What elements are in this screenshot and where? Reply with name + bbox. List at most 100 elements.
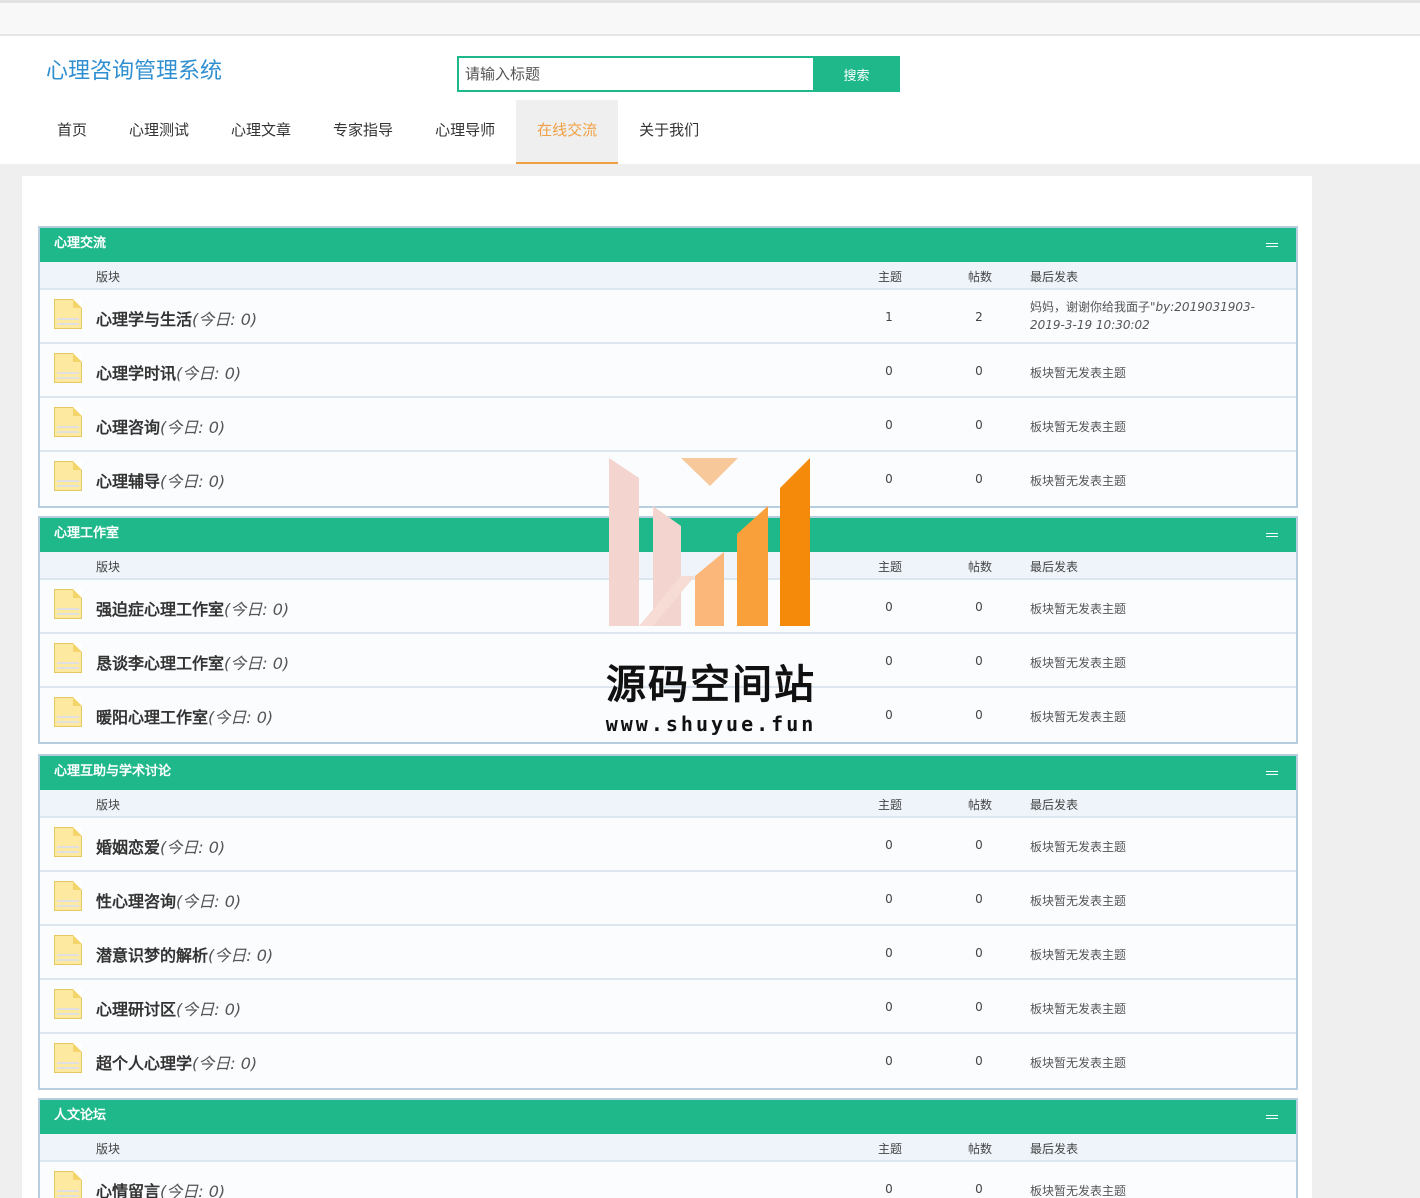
board-row: 强迫症心理工作室(今日: 0) 0 0 板块暂无发表主题 <box>40 580 1296 634</box>
nav-item[interactable]: 在线交流 <box>516 100 619 164</box>
board-name: 暖阳心理工作室 <box>96 708 209 727</box>
board-today-count: (今日: 0) <box>208 946 274 965</box>
board-last-post: 板块暂无发表主题 <box>1030 1182 1288 1198</box>
board-row: 超个人心理学(今日: 0) 0 0 板块暂无发表主题 <box>40 1034 1296 1088</box>
board-title-link[interactable]: 心理辅导(今日: 0) <box>96 468 225 492</box>
board-post-count: 0 <box>975 838 983 852</box>
board-row: 心情留言(今日: 0) 0 0 板块暂无发表主题 <box>40 1162 1296 1198</box>
board-file-icon <box>54 353 82 385</box>
board-title-link[interactable]: 心情留言(今日: 0) <box>96 1178 225 1198</box>
board-title-link[interactable]: 性心理咨询(今日: 0) <box>96 888 241 912</box>
nav-item[interactable]: 心理测试 <box>108 100 210 164</box>
board-today-count: (今日: 0) <box>176 364 242 383</box>
board-title-link[interactable]: 婚姻恋爱(今日: 0) <box>96 834 225 858</box>
forum-section-title: 心理工作室 <box>40 518 1296 552</box>
board-file-icon <box>54 1043 82 1075</box>
forum-section-title-text: 人文论坛 <box>54 1108 107 1123</box>
board-name: 心理辅导 <box>96 472 161 491</box>
board-file-icon <box>54 935 82 967</box>
board-last-post: 板块暂无发表主题 <box>1030 364 1288 382</box>
board-title-link[interactable]: 潜意识梦的解析(今日: 0) <box>96 942 273 966</box>
board-last-post-text: 板块暂无发表主题 <box>1030 840 1127 854</box>
board-today-count: (今日: 0) <box>192 310 258 329</box>
board-last-post[interactable]: 妈妈，谢谢你给我面子"by:2019031903-2019-3-19 10:30… <box>1030 298 1288 334</box>
board-name: 恳谈李心理工作室 <box>96 654 225 673</box>
board-last-post: 板块暂无发表主题 <box>1030 946 1288 964</box>
forum-section: 心理互助与学术讨论 版块 主题 帖数 最后发表 婚姻恋爱(今日: 0) 0 0 板块暂无发表主题… <box>38 754 1298 1090</box>
board-post-count: 0 <box>975 1054 983 1068</box>
board-title-link[interactable]: 心理咨询(今日: 0) <box>96 414 225 438</box>
column-header-posts: 帖数 <box>968 798 993 812</box>
board-title-link[interactable]: 强迫症心理工作室(今日: 0) <box>96 596 289 620</box>
forum-section-title-text: 心理互助与学术讨论 <box>54 764 172 779</box>
column-header-board: 版块 <box>96 560 121 574</box>
nav-item[interactable]: 首页 <box>36 100 108 164</box>
board-topic-count: 0 <box>885 946 893 960</box>
column-header-last: 最后发表 <box>1030 270 1079 284</box>
search-input[interactable] <box>457 56 813 92</box>
collapse-icon[interactable] <box>1266 533 1278 537</box>
forum-section-title: 心理互助与学术讨论 <box>40 756 1296 790</box>
forum-section-title: 心理交流 <box>40 228 1296 262</box>
board-name: 心理研讨区 <box>96 1000 177 1019</box>
board-file-icon <box>54 989 82 1021</box>
board-file-icon <box>54 827 82 859</box>
board-title-link[interactable]: 恳谈李心理工作室(今日: 0) <box>96 650 289 674</box>
board-post-count: 0 <box>975 418 983 432</box>
board-topic-count: 0 <box>885 600 893 614</box>
board-post-count: 0 <box>975 654 983 668</box>
forum-section-title-text: 心理交流 <box>54 236 107 251</box>
forum-section: 人文论坛 版块 主题 帖数 最后发表 心情留言(今日: 0) 0 0 板块暂无发表主题 <box>38 1098 1298 1198</box>
board-post-count: 0 <box>975 892 983 906</box>
board-today-count: (今日: 0) <box>160 418 226 437</box>
board-last-post-text: 板块暂无发表主题 <box>1030 474 1127 488</box>
board-topic-count: 0 <box>885 364 893 378</box>
board-title-link[interactable]: 超个人心理学(今日: 0) <box>96 1050 257 1074</box>
board-post-count: 0 <box>975 1000 983 1014</box>
board-last-post: 板块暂无发表主题 <box>1030 838 1288 856</box>
column-header: 版块 主题 帖数 最后发表 <box>40 1134 1296 1162</box>
nav-item[interactable]: 专家指导 <box>312 100 414 164</box>
board-name: 婚姻恋爱 <box>96 838 161 857</box>
board-title-link[interactable]: 心理学时讯(今日: 0) <box>96 360 241 384</box>
board-topic-count: 0 <box>885 472 893 486</box>
column-header-board: 版块 <box>96 798 121 812</box>
board-last-post-text: 板块暂无发表主题 <box>1030 420 1127 434</box>
board-title-link[interactable]: 暖阳心理工作室(今日: 0) <box>96 704 273 728</box>
nav-item[interactable]: 心理导师 <box>414 100 516 164</box>
board-row: 心理辅导(今日: 0) 0 0 板块暂无发表主题 <box>40 452 1296 506</box>
board-last-post: 板块暂无发表主题 <box>1030 418 1288 436</box>
board-name: 强迫症心理工作室 <box>96 600 225 619</box>
board-name: 潜意识梦的解析 <box>96 946 209 965</box>
nav-item[interactable]: 心理文章 <box>210 100 312 164</box>
board-today-count: (今日: 0) <box>176 892 242 911</box>
collapse-icon[interactable] <box>1266 771 1278 775</box>
collapse-icon[interactable] <box>1266 243 1278 247</box>
forum-section-title-text: 心理工作室 <box>54 526 120 541</box>
column-header-board: 版块 <box>96 1142 121 1156</box>
nav-item[interactable]: 关于我们 <box>618 100 720 164</box>
board-last-post-text: 板块暂无发表主题 <box>1030 1002 1127 1016</box>
collapse-icon[interactable] <box>1266 1115 1278 1119</box>
board-name: 心理学与生活 <box>96 310 193 329</box>
board-today-count: (今日: 0) <box>160 472 226 491</box>
board-today-count: (今日: 0) <box>224 600 290 619</box>
board-topic-count: 0 <box>885 708 893 722</box>
board-last-post-text: 妈妈，谢谢你给我面子 <box>1030 300 1151 314</box>
board-last-post-text: 板块暂无发表主题 <box>1030 656 1127 670</box>
board-topic-count: 0 <box>885 1000 893 1014</box>
board-last-post-text: 板块暂无发表主题 <box>1030 710 1127 724</box>
board-topic-count: 0 <box>885 654 893 668</box>
search-button[interactable]: 搜索 <box>813 56 900 92</box>
board-name: 心理咨询 <box>96 418 161 437</box>
board-row: 心理咨询(今日: 0) 0 0 板块暂无发表主题 <box>40 398 1296 452</box>
column-header-last: 最后发表 <box>1030 1142 1079 1156</box>
board-topic-count: 1 <box>885 310 893 324</box>
column-header-posts: 帖数 <box>968 1142 993 1156</box>
site-logo[interactable]: 心理咨询管理系统 <box>46 53 222 85</box>
board-topic-count: 0 <box>885 892 893 906</box>
forum-section-title: 人文论坛 <box>40 1100 1296 1134</box>
board-title-link[interactable]: 心理研讨区(今日: 0) <box>96 996 241 1020</box>
board-title-link[interactable]: 心理学与生活(今日: 0) <box>96 306 257 330</box>
column-header: 版块 主题 帖数 最后发表 <box>40 262 1296 290</box>
